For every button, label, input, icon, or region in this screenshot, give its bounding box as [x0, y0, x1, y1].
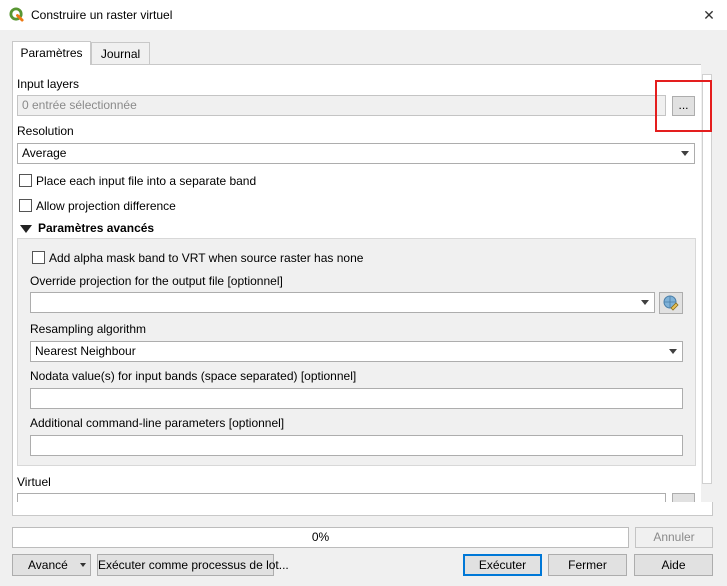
- chevron-down-icon: [681, 151, 689, 156]
- projection-difference-checkbox[interactable]: [19, 199, 32, 212]
- resampling-select[interactable]: Nearest Neighbour: [30, 341, 683, 362]
- input-layers-label: Input layers: [17, 77, 80, 91]
- collapse-triangle-icon[interactable]: [20, 225, 32, 233]
- resolution-select[interactable]: Average: [17, 143, 695, 164]
- tab-journal[interactable]: Journal: [91, 42, 150, 64]
- advanced-menu-button[interactable]: Avancé: [12, 554, 91, 576]
- override-projection-label: Override projection for the output file …: [30, 274, 283, 288]
- advanced-section-header[interactable]: Paramètres avancés: [38, 221, 154, 235]
- chevron-down-icon: [669, 349, 677, 354]
- separate-band-checkbox[interactable]: [19, 174, 32, 187]
- close-window-button[interactable]: ✕: [691, 0, 727, 30]
- batch-process-button[interactable]: Exécuter comme processus de lot...: [97, 554, 289, 576]
- help-button[interactable]: Aide: [634, 554, 713, 576]
- title-bar: Construire un raster virtuel ✕: [0, 0, 727, 30]
- resolution-value: Average: [22, 146, 67, 160]
- input-layers-field[interactable]: 0 entrée sélectionnée: [17, 95, 666, 116]
- alpha-mask-checkbox[interactable]: [32, 251, 45, 264]
- highlight-box: [655, 80, 712, 132]
- qgis-logo-icon: [9, 7, 24, 22]
- override-projection-select[interactable]: [30, 292, 655, 313]
- crs-selector-button[interactable]: [659, 292, 683, 314]
- virtual-output-browse-button[interactable]: [672, 493, 695, 502]
- virtual-output-label: Virtuel: [17, 475, 51, 489]
- run-button[interactable]: Exécuter: [463, 554, 542, 576]
- resolution-label: Resolution: [17, 124, 74, 138]
- tab-parametres[interactable]: Paramètres: [12, 41, 91, 65]
- cancel-button[interactable]: Annuler: [635, 527, 713, 548]
- dropdown-arrow-icon: [80, 563, 86, 567]
- crs-globe-icon: [663, 295, 679, 311]
- chevron-down-icon: [641, 300, 649, 305]
- alpha-mask-label: Add alpha mask band to VRT when source r…: [49, 251, 364, 265]
- resampling-value: Nearest Neighbour: [35, 344, 136, 358]
- window-title: Construire un raster virtuel: [31, 8, 173, 22]
- resampling-label: Resampling algorithm: [30, 322, 147, 336]
- virtual-output-field[interactable]: [17, 493, 666, 502]
- nodata-input[interactable]: [30, 388, 683, 409]
- scrollbar-thumb[interactable]: [702, 74, 712, 484]
- projection-difference-label: Allow projection difference: [36, 199, 176, 213]
- extra-params-input[interactable]: [30, 435, 683, 456]
- close-button[interactable]: Fermer: [548, 554, 627, 576]
- advanced-button-label: Avancé: [28, 558, 68, 572]
- progress-bar: 0%: [12, 527, 629, 548]
- extra-params-label: Additional command-line parameters [opti…: [30, 416, 285, 430]
- separate-band-label: Place each input file into a separate ba…: [36, 174, 257, 188]
- nodata-label: Nodata value(s) for input bands (space s…: [30, 369, 357, 383]
